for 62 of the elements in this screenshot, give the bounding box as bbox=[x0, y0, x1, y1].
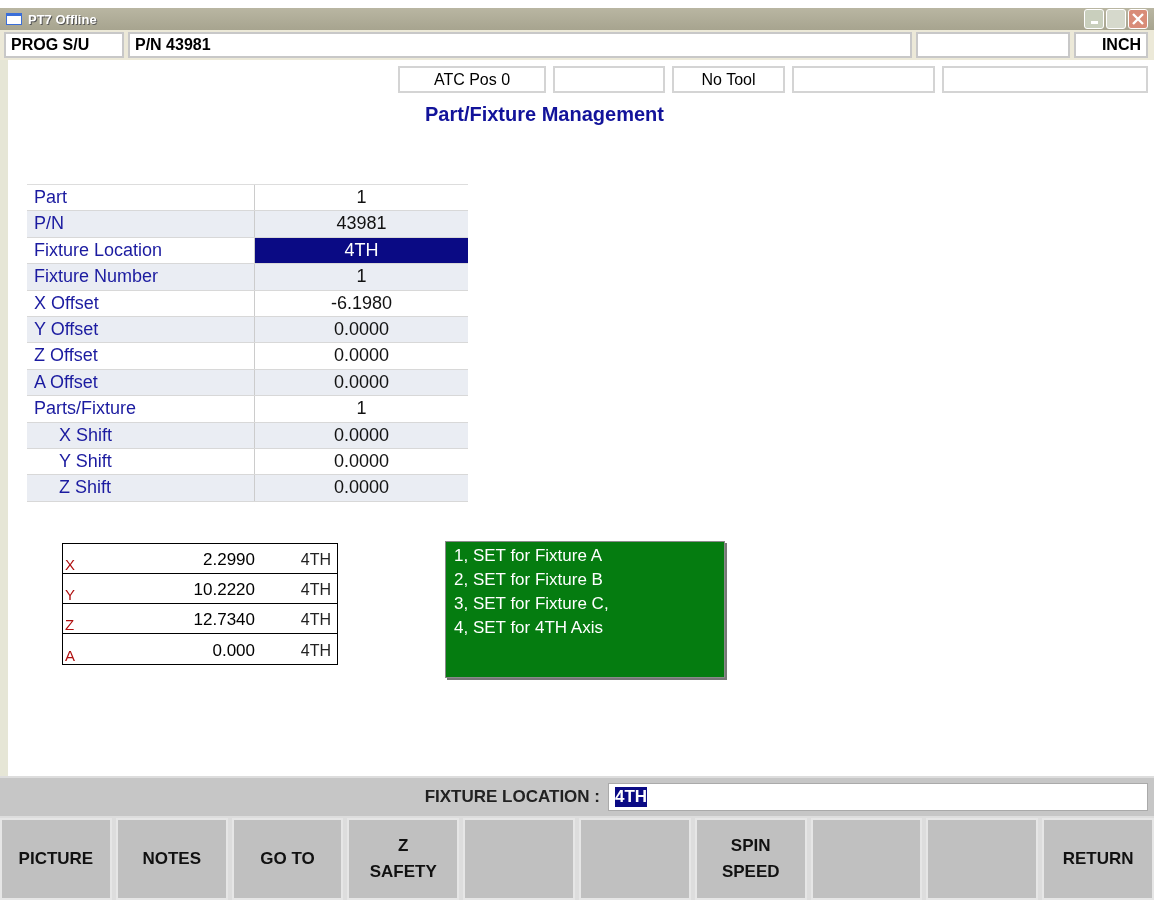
soft-key[interactable]: Z SAFETY bbox=[347, 818, 460, 900]
parameter-label: X Offset bbox=[27, 290, 255, 316]
blank-soft-key[interactable] bbox=[579, 818, 691, 900]
axis-location: 4TH bbox=[299, 640, 332, 661]
axis-location: 4TH bbox=[299, 549, 332, 570]
axis-label: Z bbox=[64, 615, 76, 633]
mode-label: PROG S/U bbox=[4, 32, 124, 58]
help-line: 1, SET for Fixture A bbox=[454, 544, 604, 567]
blank-soft-key[interactable] bbox=[810, 818, 923, 900]
parameter-label: A Offset bbox=[27, 369, 255, 396]
tool-label: No Tool bbox=[672, 66, 785, 93]
input-field[interactable]: 4TH bbox=[608, 783, 1148, 811]
axis-label: X bbox=[64, 555, 76, 573]
parameter-label: Part bbox=[27, 185, 255, 211]
parameter-value[interactable]: 0.0000 bbox=[255, 343, 468, 369]
soft-key[interactable]: NOTES bbox=[115, 818, 228, 900]
parameter-label: X Shift bbox=[27, 422, 255, 448]
help-line: 2, SET for Fixture B bbox=[454, 568, 604, 591]
axis-label: A bbox=[64, 646, 76, 664]
units-label: INCH bbox=[1074, 32, 1148, 58]
parameter-label: Y Shift bbox=[27, 448, 255, 475]
maximize-button[interactable] bbox=[1106, 9, 1126, 29]
parameter-value[interactable]: 1 bbox=[255, 264, 468, 290]
axis-location: 4TH bbox=[299, 609, 332, 630]
soft-key[interactable]: SPIN SPEED bbox=[694, 818, 807, 900]
parameter-label: Y Offset bbox=[27, 316, 255, 343]
parameter-value[interactable]: 0.0000 bbox=[255, 316, 468, 343]
soft-key[interactable]: RETURN bbox=[1042, 818, 1154, 900]
prompt-label: FIXTURE LOCATION : bbox=[424, 787, 600, 807]
part-number-label: P/N 43981 bbox=[128, 32, 912, 58]
axis-value: 2.2990 bbox=[202, 548, 255, 571]
parameter-value[interactable]: 4TH bbox=[255, 237, 468, 264]
axis-location: 4TH bbox=[299, 579, 332, 600]
help-line: 4, SET for 4TH Axis bbox=[454, 616, 604, 639]
parameter-label: Fixture Number bbox=[27, 264, 255, 290]
parameter-value[interactable]: 1 bbox=[255, 396, 468, 422]
parameter-value[interactable]: 0.0000 bbox=[255, 369, 468, 396]
blank-soft-key[interactable] bbox=[463, 818, 575, 900]
axis-value: 10.2220 bbox=[192, 578, 255, 601]
axis-label: Y bbox=[64, 585, 76, 603]
parameter-label: Z Offset bbox=[27, 343, 255, 369]
minimize-button[interactable] bbox=[1084, 9, 1104, 29]
parameter-value[interactable]: 1 bbox=[255, 185, 468, 211]
parameter-value[interactable]: -6.1980 bbox=[255, 290, 468, 316]
parameter-label: Z Shift bbox=[27, 475, 255, 501]
parameter-value[interactable]: 43981 bbox=[255, 211, 468, 237]
parameter-label: P/N bbox=[27, 211, 255, 237]
atc-position-label: ATC Pos 0 bbox=[398, 66, 546, 93]
window-title: PT7 Offline bbox=[28, 11, 97, 27]
axis-value: 12.7340 bbox=[192, 608, 255, 631]
window-icon bbox=[6, 13, 22, 25]
help-line: 3, SET for Fixture C, bbox=[454, 592, 610, 615]
soft-key[interactable]: PICTURE bbox=[0, 818, 112, 900]
axis-value: 0.000 bbox=[211, 639, 255, 662]
parameter-value[interactable]: 0.0000 bbox=[255, 448, 468, 475]
page-heading: Part/Fixture Management bbox=[425, 103, 664, 126]
soft-key[interactable]: GO TO bbox=[231, 818, 344, 900]
parameter-value[interactable]: 0.0000 bbox=[255, 475, 468, 501]
parameter-label: Parts/Fixture bbox=[27, 396, 255, 422]
close-button[interactable] bbox=[1128, 9, 1148, 29]
blank-soft-key[interactable] bbox=[926, 818, 1039, 900]
parameter-value[interactable]: 0.0000 bbox=[255, 422, 468, 448]
